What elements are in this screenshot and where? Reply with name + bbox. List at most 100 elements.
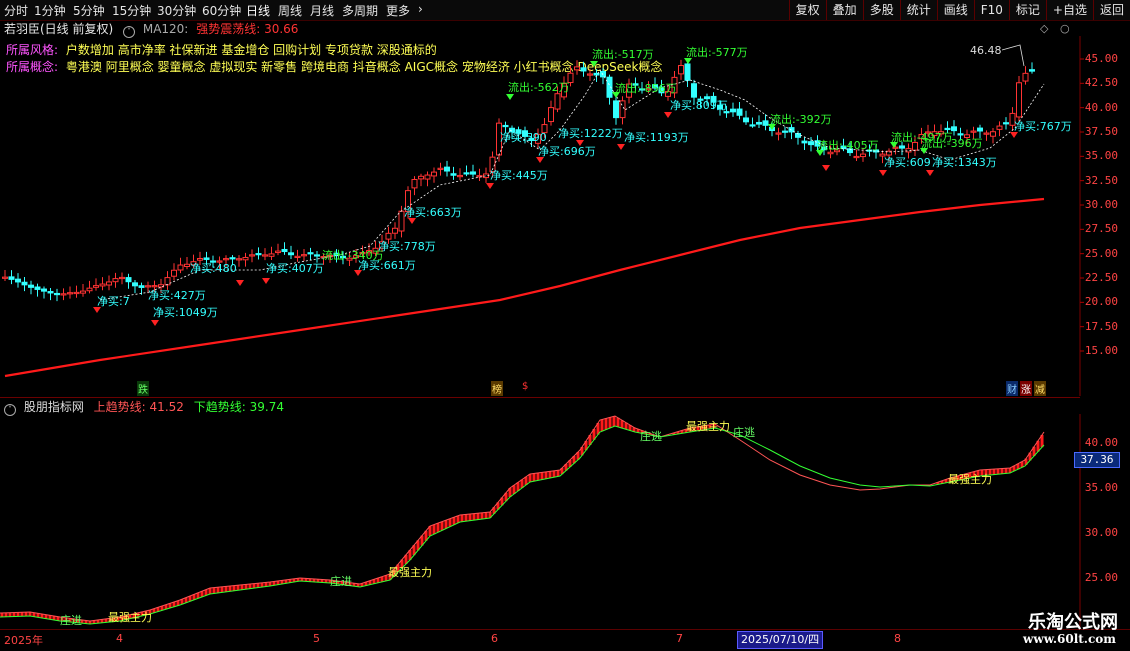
candle-body[interactable] [314,254,320,257]
candle-body[interactable] [281,248,288,253]
signal-tag[interactable]: 涨 [1020,381,1032,396]
candle-body[interactable] [93,285,99,288]
candle-body[interactable] [28,284,34,288]
candle-body[interactable] [502,124,509,128]
candle-body[interactable] [392,227,398,234]
candle-body[interactable] [853,155,860,159]
toolbar-button[interactable]: 返回 [1092,0,1130,20]
candle-body[interactable] [424,174,431,180]
candle-body[interactable] [782,130,788,133]
candle-body[interactable] [736,108,743,116]
candle-body[interactable] [1029,69,1035,72]
tab-timeframe[interactable]: 1分钟 [34,2,66,19]
toolbar-button[interactable]: 复权 [788,0,826,20]
candle-body[interactable] [54,292,60,296]
candle-body[interactable] [801,140,808,144]
more-arrow-icon[interactable]: › [418,2,423,16]
candle-body[interactable] [112,278,119,283]
candle-body[interactable] [580,67,587,72]
candle-body[interactable] [749,124,756,127]
stock-title[interactable]: 若羽臣(日线 前复权) [0,22,113,36]
candle-body[interactable] [177,264,184,271]
candle-body[interactable] [1022,72,1029,82]
candle-body[interactable] [775,132,782,135]
diamond-icon[interactable]: ◇ [1040,22,1048,35]
tab-timeframe[interactable]: 15分钟 [112,2,151,19]
toolbar-button[interactable]: 标记 [1008,0,1046,20]
candle-body[interactable] [2,276,8,279]
candle-body[interactable] [730,108,736,113]
candle-body[interactable] [268,253,275,257]
candle-body[interactable] [1016,82,1022,118]
toolbar-button[interactable]: 叠加 [825,0,863,20]
candle-body[interactable] [15,278,21,283]
candle-body[interactable] [171,269,177,277]
candle-body[interactable] [86,287,93,292]
candle-body[interactable] [106,281,112,286]
indicator-name[interactable]: 股朋指标网 [24,400,84,414]
candle-body[interactable] [548,107,554,123]
candle-body[interactable] [184,263,190,267]
signal-tag[interactable]: 减 [1034,381,1046,396]
candle-body[interactable] [288,252,294,256]
candle-body[interactable] [21,281,28,286]
signal-tag[interactable]: 财 [1006,381,1018,396]
candle-body[interactable] [236,258,242,261]
candle-body[interactable] [977,127,983,132]
candle-body[interactable] [996,125,1003,130]
candle-body[interactable] [587,73,593,76]
candle-body[interactable] [67,292,73,295]
signal-tag[interactable]: $ [521,381,530,392]
signal-tag[interactable]: 榜 [491,381,503,396]
candle-body[interactable] [743,117,749,123]
tab-timeframe[interactable]: 月线 [310,2,334,19]
candle-body[interactable] [294,255,301,259]
tab-timeframe[interactable]: 日线 [246,2,270,19]
candle-body[interactable] [262,254,268,257]
toolbar-button[interactable]: F10 [973,0,1009,20]
tab-timeframe[interactable]: 5分钟 [73,2,105,19]
candle-body[interactable] [60,293,67,296]
candle-body[interactable] [437,167,444,170]
candle-body[interactable] [80,290,86,294]
candle-body[interactable] [132,282,138,287]
candle-body[interactable] [554,93,561,110]
candle-body[interactable] [138,285,145,288]
candle-body[interactable] [301,254,307,257]
settings-dot-icon[interactable]: ○ [1060,22,1070,35]
tab-timeframe[interactable]: 更多 [386,2,410,19]
candle-body[interactable] [762,120,769,126]
signal-tag[interactable]: 跌 [137,381,149,396]
candle-body[interactable] [808,141,814,146]
candle-body[interactable] [255,253,262,256]
candle-body[interactable] [684,63,691,81]
candle-body[interactable] [73,291,80,295]
candle-body[interactable] [457,174,463,178]
candle-body[interactable] [463,172,470,175]
candle-body[interactable] [1003,122,1009,125]
candle-body[interactable] [450,173,457,176]
candle-body[interactable] [125,277,132,283]
toolbar-button[interactable]: 多股 [862,0,900,20]
candle-body[interactable] [164,277,171,286]
indicator-chart[interactable] [0,414,1130,629]
candle-body[interactable] [307,252,314,255]
tab-timeframe[interactable]: 60分钟 [202,2,241,19]
candle-body[interactable] [119,276,125,280]
candle-body[interactable] [444,166,450,172]
candle-body[interactable] [691,83,697,98]
candle-body[interactable] [41,288,47,292]
candle-body[interactable] [574,66,580,71]
candle-body[interactable] [983,132,990,135]
toolbar-button[interactable]: +自选 [1045,0,1093,20]
candle-body[interactable] [99,283,106,287]
candle-body[interactable] [229,257,236,260]
candle-body[interactable] [411,179,418,189]
candle-body[interactable] [606,76,613,98]
candle-body[interactable] [613,100,619,119]
candle-body[interactable] [470,171,476,175]
candle-body[interactable] [899,145,905,149]
candle-body[interactable] [431,171,437,177]
tab-timeframe[interactable]: 分时 [4,2,28,19]
toolbar-button[interactable]: 统计 [899,0,937,20]
